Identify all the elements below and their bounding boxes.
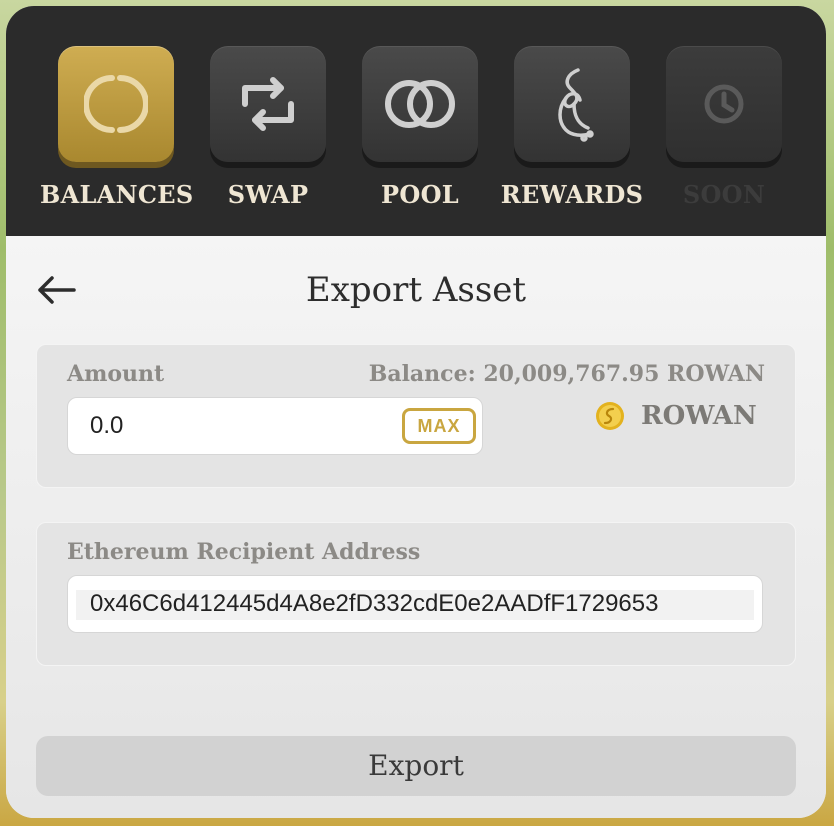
nav-label-swap: SWAP — [227, 180, 309, 209]
clock-icon — [704, 84, 744, 124]
amount-input[interactable]: 0.0 — [90, 412, 123, 440]
page-title: Export Asset — [305, 270, 527, 310]
nav-label-rewards: REWARDS — [500, 180, 644, 209]
nav-label-pool: POOL — [381, 180, 459, 209]
nav-tile-pool[interactable] — [362, 46, 478, 162]
amount-input-wrapper: 0.0 MAX — [67, 397, 483, 455]
amount-panel: Amount Balance: 20,009,767.95 ROWAN 0.0 … — [36, 344, 796, 488]
nav-item-soon: SOON — [648, 46, 800, 209]
balance-text: Balance: 20,009,767.95 ROWAN — [368, 361, 765, 387]
token-selector[interactable]: ROWAN — [595, 401, 757, 431]
export-card: BALANCES SWAP POOL REWARDS SOON Export A… — [6, 6, 826, 818]
swap-arrows-icon — [242, 77, 294, 131]
export-button[interactable]: Export — [36, 736, 796, 796]
nav-tile-swap[interactable] — [210, 46, 326, 162]
token-name: ROWAN — [641, 401, 757, 431]
recipient-panel: Ethereum Recipient Address 0x46C6d412445… — [36, 522, 796, 666]
top-navigation: BALANCES SWAP POOL REWARDS SOON — [6, 6, 826, 236]
nav-item-rewards[interactable]: REWARDS — [496, 46, 648, 209]
nav-tile-rewards[interactable] — [514, 46, 630, 162]
nav-label-balances: BALANCES — [40, 180, 194, 209]
recipient-input-wrapper: 0x46C6d412445d4A8e2fD332cdE0e2AADfF17296… — [67, 575, 763, 633]
pool-rings-icon — [385, 80, 455, 128]
nav-item-balances[interactable]: BALANCES — [40, 46, 194, 209]
amount-label: Amount — [67, 361, 165, 387]
nav-item-pool[interactable]: POOL — [344, 46, 496, 209]
nav-tile-soon — [666, 46, 782, 162]
recipient-label: Ethereum Recipient Address — [67, 539, 421, 565]
export-content: Export Asset Amount Balance: 20,009,767.… — [6, 236, 826, 818]
max-button[interactable]: MAX — [402, 408, 476, 444]
nav-item-swap[interactable]: SWAP — [192, 46, 344, 209]
rewards-rope-icon — [558, 68, 594, 142]
recipient-address-input[interactable]: 0x46C6d412445d4A8e2fD332cdE0e2AADfF17296… — [90, 590, 658, 618]
nav-tile-balances[interactable] — [58, 46, 174, 162]
balances-ring-icon — [84, 75, 148, 133]
nav-label-soon: SOON — [682, 180, 766, 209]
rowan-coin-icon — [596, 402, 624, 430]
